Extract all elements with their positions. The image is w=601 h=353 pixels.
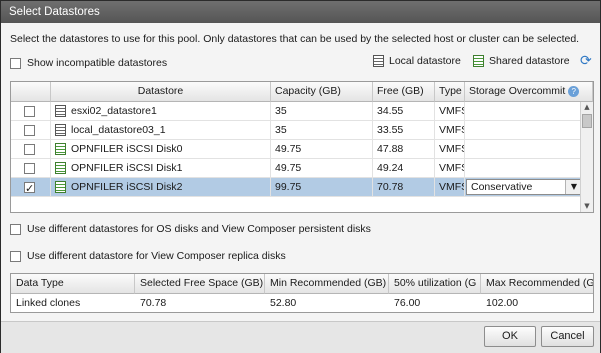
shared-datastore-icon xyxy=(473,55,484,67)
instructions-text: Select the datastores to use for this po… xyxy=(10,33,580,45)
type-cell: VMFS xyxy=(435,178,465,196)
local-datastore-icon xyxy=(55,105,66,118)
datastore-name-cell: OPNFILER iSCSI Disk1 xyxy=(51,159,271,177)
overcommit-cell xyxy=(465,140,580,158)
capacity-cell: 35 xyxy=(271,121,373,139)
datastore-name-cell: esxi02_datastore1 xyxy=(51,102,271,120)
overcommit-cell xyxy=(465,159,580,177)
legend-shared: Shared datastore xyxy=(473,55,570,67)
help-icon[interactable]: ? xyxy=(568,85,580,97)
show-incompatible-checkbox[interactable] xyxy=(10,57,21,69)
type-cell: VMFS xyxy=(435,102,465,120)
capacity-cell: 35 xyxy=(271,102,373,120)
row-select-cell xyxy=(11,102,51,120)
summary-header-data-type: Data Type xyxy=(11,274,135,294)
datastore-name: local_datastore03_1 xyxy=(71,124,166,136)
local-datastore-icon xyxy=(55,124,66,137)
shared-datastore-icon xyxy=(55,143,66,156)
dialog-title: Select Datastores xyxy=(1,1,600,23)
refresh-icon[interactable]: ⟳ xyxy=(580,54,594,68)
datastore-name: esxi02_datastore1 xyxy=(71,105,157,117)
type-cell: VMFS xyxy=(435,140,465,158)
separate-replica-checkbox[interactable] xyxy=(10,250,21,262)
separate-os-disks-checkbox[interactable] xyxy=(10,223,21,235)
table-row[interactable]: local_datastore03_1 35 33.55 VMFS xyxy=(11,121,580,140)
show-incompatible-option[interactable]: Show incompatible datastores xyxy=(10,57,167,69)
table-scrollbar[interactable]: ▲ ▼ xyxy=(580,102,593,212)
storage-overcommit-dropdown[interactable]: Conservative ▼ xyxy=(466,179,583,195)
summary-header-50-utilization: 50% utilization (G xyxy=(389,274,481,294)
column-header-select xyxy=(11,82,51,102)
row-select-cell xyxy=(11,159,51,177)
datastore-name-cell: OPNFILER iSCSI Disk2 xyxy=(51,178,271,196)
type-cell: VMFS xyxy=(435,121,465,139)
scroll-up-icon[interactable]: ▲ xyxy=(581,102,593,113)
capacity-cell: 49.75 xyxy=(271,159,373,177)
summary-header-max-recommended: Max Recommended (GE xyxy=(481,274,593,294)
free-cell: 47.88 xyxy=(373,140,435,158)
separate-os-disks-label: Use different datastores for OS disks an… xyxy=(27,223,371,235)
legend-local-label: Local datastore xyxy=(389,55,461,67)
legend-shared-label: Shared datastore xyxy=(489,55,570,67)
summary-header-selected-free: Selected Free Space (GB) xyxy=(135,274,265,294)
overcommit-cell xyxy=(465,102,580,120)
datastore-name-cell: OPNFILER iSCSI Disk0 xyxy=(51,140,271,158)
shared-datastore-icon xyxy=(55,162,66,175)
table-row[interactable]: esxi02_datastore1 35 34.55 VMFS xyxy=(11,102,580,121)
separate-os-disks-option[interactable]: Use different datastores for OS disks an… xyxy=(10,223,371,235)
column-header-type[interactable]: Type xyxy=(435,82,465,102)
row-checkbox[interactable] xyxy=(24,162,35,174)
free-cell: 49.24 xyxy=(373,159,435,177)
summary-max-recommended: 102.00 xyxy=(486,297,519,309)
select-datastores-dialog: Select Datastores Select the datastores … xyxy=(0,0,601,353)
storage-overcommit-value: Conservative xyxy=(471,181,533,193)
shared-datastore-icon xyxy=(55,181,66,194)
summary-table: Data Type Selected Free Space (GB) Min R… xyxy=(10,273,594,313)
scrollbar-thumb[interactable] xyxy=(582,114,592,128)
column-header-storage-overcommit[interactable]: Storage Overcommit? xyxy=(465,82,593,102)
column-header-datastore[interactable]: Datastore xyxy=(51,82,271,102)
row-select-cell xyxy=(11,178,51,196)
type-cell: VMFS xyxy=(435,159,465,177)
overcommit-cell xyxy=(465,121,580,139)
summary-min-recommended: 52.80 xyxy=(270,297,297,309)
datastore-name: OPNFILER iSCSI Disk2 xyxy=(71,181,183,193)
show-incompatible-label: Show incompatible datastores xyxy=(27,57,168,69)
row-select-cell xyxy=(11,121,51,139)
separate-replica-label: Use different datastore for View Compose… xyxy=(27,250,286,262)
summary-data-type: Linked clones xyxy=(16,297,81,309)
table-row-selected[interactable]: OPNFILER iSCSI Disk2 99.75 70.78 VMFS Co… xyxy=(11,178,583,197)
datastore-name: OPNFILER iSCSI Disk0 xyxy=(71,143,183,155)
row-select-cell xyxy=(11,140,51,158)
row-checkbox[interactable] xyxy=(24,124,35,136)
datastore-name: OPNFILER iSCSI Disk1 xyxy=(71,162,183,174)
row-checkbox[interactable] xyxy=(24,143,35,155)
local-datastore-icon xyxy=(373,55,384,67)
cancel-button[interactable]: Cancel xyxy=(541,326,594,347)
summary-selected-free: 70.78 xyxy=(140,297,167,309)
table-row[interactable]: OPNFILER iSCSI Disk0 49.75 47.88 VMFS xyxy=(11,140,580,159)
datastore-table: Datastore Capacity (GB) Free (GB) Type S… xyxy=(10,81,594,213)
capacity-cell: 99.75 xyxy=(271,178,373,196)
table-row[interactable]: OPNFILER iSCSI Disk1 49.75 49.24 VMFS xyxy=(11,159,580,178)
legend-local: Local datastore xyxy=(373,55,461,67)
row-checkbox[interactable] xyxy=(24,180,35,196)
capacity-cell: 49.75 xyxy=(271,140,373,158)
column-header-free[interactable]: Free (GB) xyxy=(373,82,435,102)
datastore-name-cell: local_datastore03_1 xyxy=(51,121,271,139)
separate-replica-option[interactable]: Use different datastore for View Compose… xyxy=(10,250,286,262)
free-cell: 34.55 xyxy=(373,102,435,120)
ok-button[interactable]: OK xyxy=(484,326,536,347)
scroll-down-icon[interactable]: ▼ xyxy=(581,201,593,212)
table-row-empty xyxy=(11,197,580,212)
summary-header-min-recommended: Min Recommended (GB) xyxy=(265,274,389,294)
storage-overcommit-header-label: Storage Overcommit xyxy=(469,85,566,97)
column-header-capacity[interactable]: Capacity (GB) xyxy=(271,82,373,102)
summary-50-utilization: 76.00 xyxy=(394,297,421,309)
row-checkbox[interactable] xyxy=(24,105,35,117)
free-cell: 70.78 xyxy=(373,178,435,196)
free-cell: 33.55 xyxy=(373,121,435,139)
